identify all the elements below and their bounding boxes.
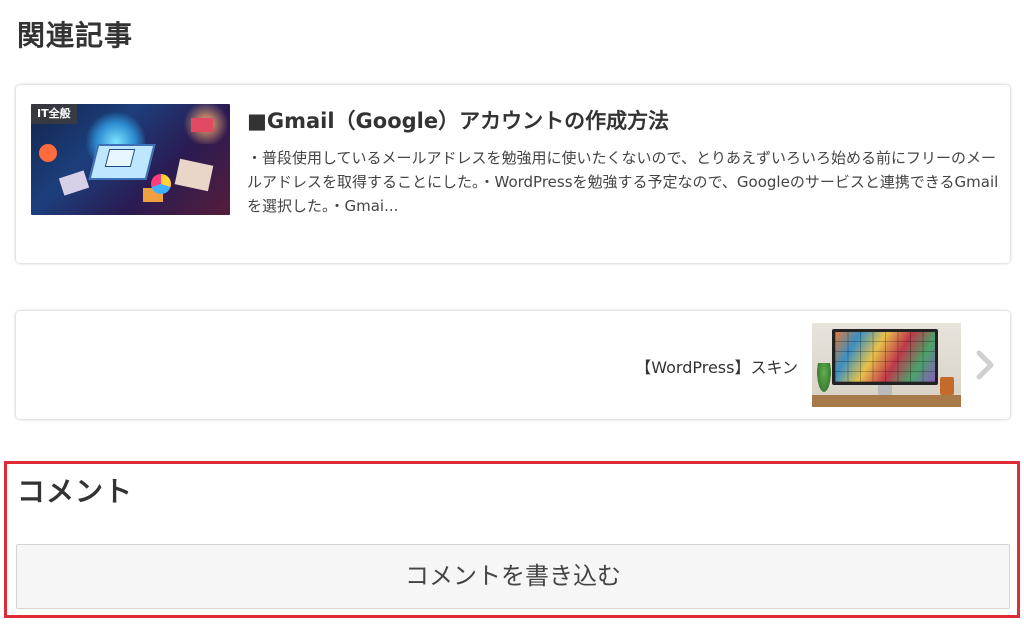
write-comment-button[interactable]: コメントを書き込む bbox=[16, 544, 1010, 609]
article-excerpt: ・普段使用しているメールアドレスを勉強用に使いたくないので、とりあえずいろいろ始… bbox=[247, 149, 999, 215]
related-article-card[interactable]: IT全般 ■Gmail（Google）アカウントの作成方法 ・普段使用しているメ… bbox=[16, 85, 1010, 263]
chevron-right-icon[interactable] bbox=[971, 349, 999, 381]
related-articles-heading: 関連記事 bbox=[17, 19, 134, 52]
comment-heading: コメント bbox=[17, 475, 134, 508]
post-navigation-card[interactable]: 【WordPress】スキン bbox=[16, 311, 1010, 419]
article-thumbnail: IT全般 bbox=[31, 104, 230, 215]
post-navigation-thumbnail bbox=[812, 323, 961, 407]
category-tag: IT全般 bbox=[31, 104, 77, 124]
page: 関連記事 IT全般 ■Gmail（Google）アカウントの作成方法 ・普段使用… bbox=[0, 0, 1024, 626]
article-title[interactable]: ■Gmail（Google）アカウントの作成方法 bbox=[247, 107, 997, 135]
post-navigation-label: 【WordPress】スキン bbox=[635, 358, 798, 377]
envelope-icon bbox=[104, 149, 136, 167]
